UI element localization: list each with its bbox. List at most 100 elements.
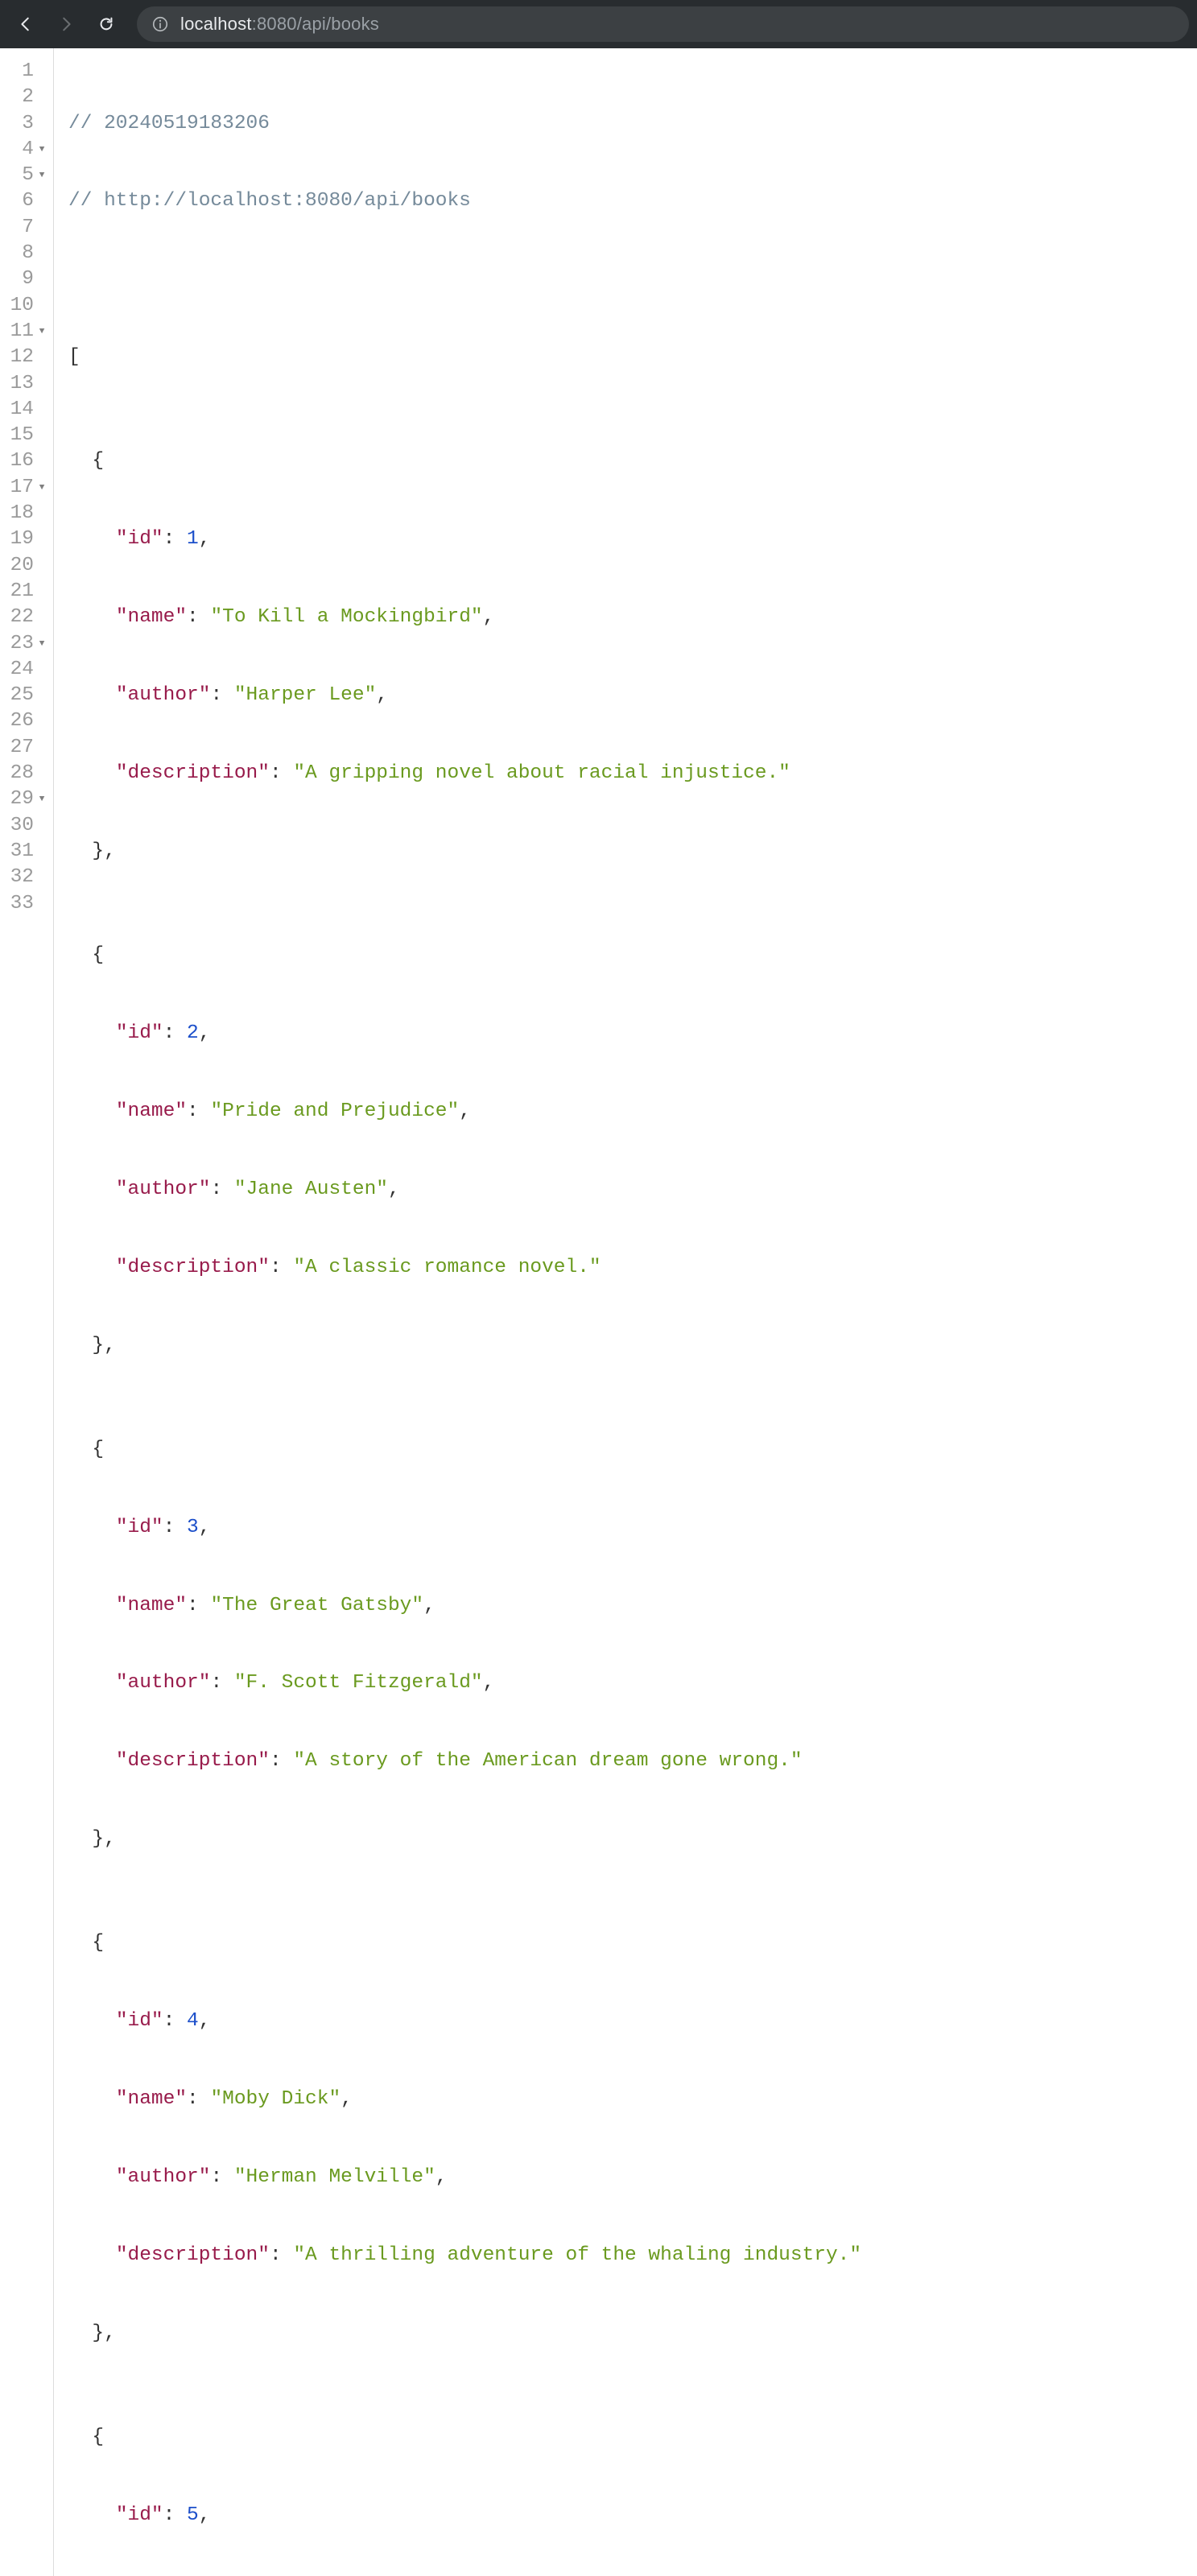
line-number: 8 [10, 241, 34, 266]
line-number: 14 [10, 397, 34, 423]
gutter-line: 32▼ [0, 865, 53, 890]
json-prop: "description": "A thrilling adventure of… [68, 2243, 861, 2268]
fold-toggle-icon[interactable]: ▼ [37, 475, 47, 501]
object-close: }, [68, 2321, 861, 2347]
line-number: 21 [10, 579, 34, 605]
fold-toggle-icon[interactable]: ▼ [37, 163, 47, 188]
gutter-line: 9▼ [0, 266, 53, 292]
json-prop: "author": "Jane Austen", [68, 1177, 861, 1203]
json-prop: "name": "Pride and Prejudice", [68, 1099, 861, 1125]
fold-toggle-icon[interactable]: ▼ [37, 319, 47, 345]
line-number: 11 [10, 319, 34, 345]
json-prop: "description": "A story of the American … [68, 1748, 861, 1774]
gutter-line: 28▼ [0, 761, 53, 786]
gutter-line: 3▼ [0, 111, 53, 137]
object-close: }, [68, 1827, 861, 1852]
fold-toggle-icon[interactable]: ▼ [37, 137, 47, 163]
line-number: 25 [10, 683, 34, 708]
line-number: 17 [10, 475, 34, 501]
gutter-line: 6▼ [0, 188, 53, 214]
gutter-line: 10▼ [0, 293, 53, 319]
gutter-line: 29▼ [0, 786, 53, 812]
gutter-line: 11▼ [0, 319, 53, 345]
gutter-line: 22▼ [0, 605, 53, 630]
object-open: { [68, 448, 861, 474]
line-number: 20 [10, 553, 34, 579]
gutter-line: 18▼ [0, 501, 53, 526]
line-number: 23 [10, 631, 34, 657]
line-number: 1 [10, 59, 34, 85]
blank-line [68, 266, 861, 292]
object-open: { [68, 2425, 861, 2450]
line-number: 33 [10, 891, 34, 917]
gutter-line: 24▼ [0, 657, 53, 683]
url-text: localhost:8080/api/books [180, 14, 379, 35]
line-number: 19 [10, 526, 34, 552]
line-number: 4 [10, 137, 34, 163]
gutter-line: 17▼ [0, 475, 53, 501]
json-prop: "description": "A gripping novel about r… [68, 761, 861, 786]
gutter-line: 14▼ [0, 397, 53, 423]
line-number: 28 [10, 761, 34, 786]
json-prop: "author": "Harper Lee", [68, 683, 861, 708]
gutter-line: 4▼ [0, 137, 53, 163]
line-number: 15 [10, 423, 34, 448]
json-prop: "id": 5, [68, 2503, 861, 2529]
gutter-line: 13▼ [0, 371, 53, 397]
gutter-line: 31▼ [0, 839, 53, 865]
line-number: 31 [10, 839, 34, 865]
json-prop: "author": "Herman Melville", [68, 2165, 861, 2190]
json-prop: "name": "Moby Dick", [68, 2087, 861, 2112]
gutter-line: 21▼ [0, 579, 53, 605]
json-prop: "id": 3, [68, 1515, 861, 1541]
object-close: }, [68, 1333, 861, 1359]
json-prop: "description": "A classic romance novel.… [68, 1255, 861, 1281]
line-number: 16 [10, 448, 34, 474]
json-prop: "author": "F. Scott Fitzgerald", [68, 1670, 861, 1696]
line-number: 22 [10, 605, 34, 630]
gutter-line: 30▼ [0, 813, 53, 839]
json-prop: "id": 1, [68, 526, 861, 552]
line-number: 7 [10, 215, 34, 241]
array-open: [ [68, 345, 861, 370]
gutter-line: 15▼ [0, 423, 53, 448]
object-open: { [68, 943, 861, 968]
code-content: // 20240519183206 // http://localhost:80… [54, 48, 861, 2576]
address-bar[interactable]: localhost:8080/api/books [137, 6, 1189, 42]
gutter-line: 7▼ [0, 215, 53, 241]
line-number: 6 [10, 188, 34, 214]
gutter-line: 33▼ [0, 891, 53, 917]
forward-button[interactable] [48, 6, 84, 42]
line-number: 2 [10, 85, 34, 110]
line-number: 18 [10, 501, 34, 526]
json-viewer: 1▼2▼3▼4▼5▼6▼7▼8▼9▼10▼11▼12▼13▼14▼15▼16▼1… [0, 48, 1197, 2576]
gutter-line: 8▼ [0, 241, 53, 266]
gutter-line: 25▼ [0, 683, 53, 708]
gutter-line: 5▼ [0, 163, 53, 188]
reload-button[interactable] [89, 6, 124, 42]
fold-toggle-icon[interactable]: ▼ [37, 786, 47, 812]
comment-line: // http://localhost:8080/api/books [68, 188, 861, 214]
line-number: 9 [10, 266, 34, 292]
json-prop: "name": "To Kill a Mockingbird", [68, 605, 861, 630]
site-info-icon[interactable] [151, 15, 169, 33]
gutter-line: 26▼ [0, 708, 53, 734]
arrow-left-icon [17, 15, 35, 33]
gutter-line: 2▼ [0, 85, 53, 110]
gutter-line: 23▼ [0, 631, 53, 657]
object-open: { [68, 1437, 861, 1463]
gutter-line: 12▼ [0, 345, 53, 370]
fold-toggle-icon[interactable]: ▼ [37, 631, 47, 657]
gutter-line: 20▼ [0, 553, 53, 579]
line-number: 30 [10, 813, 34, 839]
comment-line: // 20240519183206 [68, 111, 861, 137]
json-prop: "name": "The Great Gatsby", [68, 1593, 861, 1619]
reload-icon [97, 15, 115, 33]
line-number: 29 [10, 786, 34, 812]
line-number: 10 [10, 293, 34, 319]
line-number: 5 [10, 163, 34, 188]
back-button[interactable] [8, 6, 43, 42]
object-close: }, [68, 839, 861, 865]
url-host: localhost [180, 14, 252, 34]
line-number: 13 [10, 371, 34, 397]
